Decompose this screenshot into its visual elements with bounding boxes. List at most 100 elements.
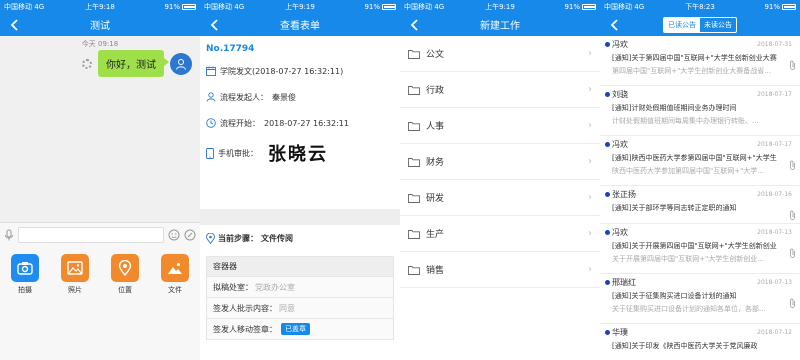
- list-item[interactable]: 张正扬 2018-07-16 [通知]关于部环学等同志转正定职的通知: [600, 186, 800, 224]
- notice-date: 2018-07-13: [757, 229, 792, 236]
- folder-icon: [408, 49, 420, 59]
- mobile-approval-row: 手机审批： 张晓云: [200, 136, 400, 170]
- notice-screen: 中国移动 4G 下午8:23 91% 已读公告 未读公告 冯欢 2018-07-3…: [600, 0, 800, 360]
- tool-file[interactable]: 文件: [161, 254, 189, 360]
- notice-date: 2018-07-17: [757, 141, 792, 148]
- paperclip-icon: [790, 210, 795, 220]
- network: 4G: [234, 2, 245, 11]
- notice-date: 2018-07-17: [757, 91, 792, 98]
- notice-date: 2018-07-31: [757, 41, 792, 48]
- list-item-label: 财务: [426, 158, 445, 168]
- form-container: 容器器 拟稿处室： 党政办公室 签发人批示内容： 同意 签发人移动签章： 已盖章: [206, 256, 394, 340]
- list-item[interactable]: 冯欢 2018-07-13 [通知]关于开展第四届中国"互联网+"大学生创新创业 …: [600, 224, 800, 274]
- chevron-right-icon: ›: [588, 84, 592, 95]
- avatar[interactable]: [170, 52, 192, 75]
- notice-sender: 刘骁: [612, 90, 628, 99]
- tab-unread[interactable]: 未读公告: [700, 18, 736, 32]
- stamped-button[interactable]: 已盖章: [281, 323, 310, 335]
- list-item[interactable]: 行政 ›: [400, 72, 600, 108]
- form-content: No.17794 学院发文(2018-07-27 16:32:11) 流程发起人…: [200, 36, 400, 360]
- mobile-approval-label: 手机审批：: [218, 148, 258, 158]
- tool-camera[interactable]: 拍摄: [11, 254, 39, 360]
- tool-label: 位置: [118, 286, 132, 294]
- tab-read[interactable]: 已读公告: [664, 17, 700, 32]
- page-title: 新建工作: [480, 21, 520, 32]
- back-button[interactable]: [404, 13, 424, 36]
- field-value: 党政办公室: [255, 282, 295, 292]
- initiator-row: 流程发起人： 秦景俊: [200, 84, 400, 110]
- tool-location[interactable]: 位置: [111, 254, 139, 360]
- emoji-icon[interactable]: [168, 229, 180, 241]
- microphone-icon[interactable]: [4, 229, 14, 241]
- list-item[interactable]: 人事 ›: [400, 108, 600, 144]
- sending-spinner-icon: [82, 58, 92, 69]
- tool-label: 文件: [168, 286, 182, 294]
- list-item[interactable]: 冯欢 2018-07-31 [通知]关于第四届中国"互联网+"大学生创新创业大赛 …: [600, 36, 800, 86]
- list-item[interactable]: 刘骁 2018-07-17 [通知]计财处假期值班期间业务办理时间 计财处假期值班…: [600, 86, 800, 136]
- notice-preview: 关于征集购买进口设备计划的通知各单位，各部...: [612, 305, 766, 313]
- folder-icon: [408, 157, 420, 167]
- list-item-label: 生产: [426, 230, 445, 240]
- camera-icon: [11, 254, 39, 282]
- unread-dot: [605, 42, 610, 47]
- folder-icon: [408, 193, 420, 203]
- field-row: 签发人批示内容： 同意: [207, 297, 393, 318]
- form-screen: 中国移动 4G 上午9:19 91% 查看表单 No.17794 学院发文(20…: [200, 0, 400, 360]
- page-title: 查看表单: [280, 21, 320, 32]
- list-item[interactable]: 冯欢 2018-07-17 [通知]陕西中医药大学参第四届中国"互联网+"大学生 …: [600, 136, 800, 186]
- list-item[interactable]: 公文 ›: [400, 36, 600, 72]
- nav-bar: 新建工作: [400, 13, 600, 36]
- folder-icon: [408, 85, 420, 95]
- battery-level: 91%: [164, 2, 180, 11]
- chevron-right-icon: ›: [588, 48, 592, 59]
- notice-date: 2018-07-13: [757, 279, 792, 286]
- folder-icon: [408, 229, 420, 239]
- start-label: 流程开始：: [220, 118, 260, 128]
- list-item[interactable]: 生产 ›: [400, 216, 600, 252]
- document-number: No.17794: [206, 44, 255, 54]
- chevron-left-icon: [410, 18, 418, 31]
- step-label: 当前步骤：: [218, 233, 258, 243]
- tool-photo[interactable]: 照片: [61, 254, 89, 360]
- back-button[interactable]: [4, 13, 24, 36]
- field-row: 拟稿处室： 党政办公室: [207, 276, 393, 297]
- paperclip-icon: [790, 248, 795, 258]
- list-item[interactable]: 财务 ›: [400, 144, 600, 180]
- list-item[interactable]: 销售 ›: [400, 252, 600, 288]
- attachment-toolbar: 拍摄 照片 位置 文件: [0, 246, 200, 360]
- status-bar: 中国移动 4G 上午9:18 91%: [0, 0, 200, 13]
- message-input[interactable]: [18, 226, 164, 243]
- carrier: 中国移动: [204, 2, 232, 11]
- message-bubble[interactable]: 你好，测试: [98, 50, 169, 77]
- unread-dot: [605, 230, 610, 235]
- network: 4G: [634, 2, 645, 11]
- notice-subject: [通知]陕西中医药大学参第四届中国"互联网+"大学生: [612, 154, 777, 162]
- notice-preview: 陕西中医药大学参加第四届中国"互联网+"大学...: [612, 167, 764, 175]
- chevron-left-icon: [10, 18, 18, 31]
- container-title: 容器器: [207, 257, 393, 276]
- tool-label: 照片: [68, 286, 82, 294]
- nav-bar: 已读公告 未读公告: [600, 13, 800, 36]
- chevron-left-icon: [610, 18, 618, 31]
- chat-input-bar: [0, 222, 200, 246]
- edit-icon[interactable]: [184, 229, 196, 241]
- list-item[interactable]: 邢瑞红 2018-07-13 [通知]关于征集购买进口设备计划的通知 关于征集购买…: [600, 274, 800, 324]
- chat-screen: 中国移动 4G 上午9:18 91% 测试 今天 09:18 你好，测试 拍摄: [0, 0, 200, 360]
- paperclip-icon: [790, 160, 795, 170]
- location-icon: [111, 254, 139, 282]
- battery-level: 91%: [364, 2, 380, 11]
- user-icon: [176, 58, 186, 70]
- back-button[interactable]: [204, 13, 224, 36]
- notice-subject: [通知]关于部环学等同志转正定职的通知: [612, 204, 737, 212]
- unread-dot: [605, 280, 610, 285]
- phone-icon: [206, 147, 214, 159]
- list-item[interactable]: 研发 ›: [400, 180, 600, 216]
- tool-label: 拍摄: [18, 286, 32, 294]
- chevron-right-icon: ›: [588, 120, 592, 131]
- battery-icon: [382, 3, 396, 10]
- list-item[interactable]: 华璞 2018-07-12 [通知]关于印发《陕西中医药大学关于党风廉政: [600, 324, 800, 360]
- message-list[interactable]: 今天 09:18 你好，测试: [0, 36, 200, 222]
- back-button[interactable]: [604, 13, 624, 36]
- step-value: 文件传阅: [261, 233, 293, 243]
- notice-preview: 关于开展第四届中国"互联网+"大学生创新创业...: [612, 255, 764, 263]
